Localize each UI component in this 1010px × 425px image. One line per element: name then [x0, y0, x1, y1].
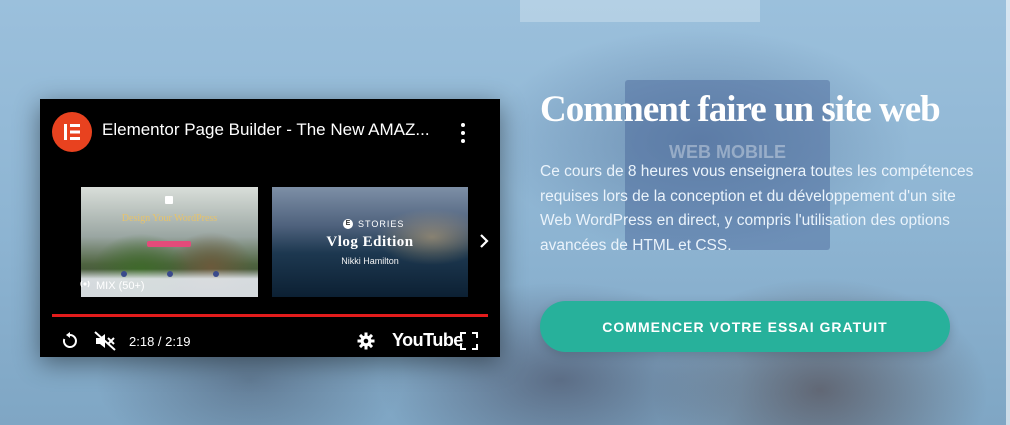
thumbnail-dot [213, 271, 219, 277]
course-description: Ce cours de 8 heures vous enseignera tou… [540, 163, 974, 254]
start-trial-button[interactable]: COMMENCER VOTRE ESSAI GRATUIT [540, 301, 950, 352]
youtube-logo[interactable]: YouTube [392, 330, 463, 351]
page-title: Comment faire un site web [540, 89, 941, 130]
replay-icon[interactable] [60, 324, 82, 357]
elementor-logo-icon[interactable] [52, 112, 92, 152]
thumbnail-badge: STORIES [358, 219, 405, 229]
fullscreen-icon[interactable] [460, 324, 480, 357]
related-video-thumbnail-2[interactable]: E STORIES Vlog Edition Nikki Hamilton [272, 187, 468, 297]
chevron-right-icon[interactable] [476, 231, 492, 251]
video-title[interactable]: Elementor Page Builder - The New AMAZ... [102, 120, 452, 140]
thumbnail-dot [121, 271, 127, 277]
broadcast-icon [78, 279, 92, 292]
more-vertical-icon[interactable] [453, 121, 473, 145]
thumbnail-logo [165, 196, 173, 204]
thumbnail-dot [167, 271, 173, 277]
thumbnail-heading: Design Your WordPress [121, 213, 218, 224]
progress-bar[interactable] [52, 314, 488, 317]
page-scrollbar[interactable] [1006, 0, 1010, 425]
video-player[interactable]: Elementor Page Builder - The New AMAZ...… [40, 99, 500, 357]
thumbnail-title: Vlog Edition [326, 234, 414, 250]
player-controls: 2:18 / 2:19 YouTube [40, 324, 500, 357]
background-light [520, 0, 760, 22]
mix-text: MIX (50+) [96, 279, 145, 292]
elementor-small-icon: E [343, 219, 353, 229]
thumbnail-button [147, 241, 191, 247]
thumbnail-author: Nikki Hamilton [341, 256, 399, 266]
mute-icon[interactable] [94, 324, 118, 357]
gear-icon[interactable] [357, 324, 377, 357]
time-display: 2:18 / 2:19 [129, 334, 191, 349]
mix-label[interactable]: MIX (50+) [78, 279, 145, 292]
